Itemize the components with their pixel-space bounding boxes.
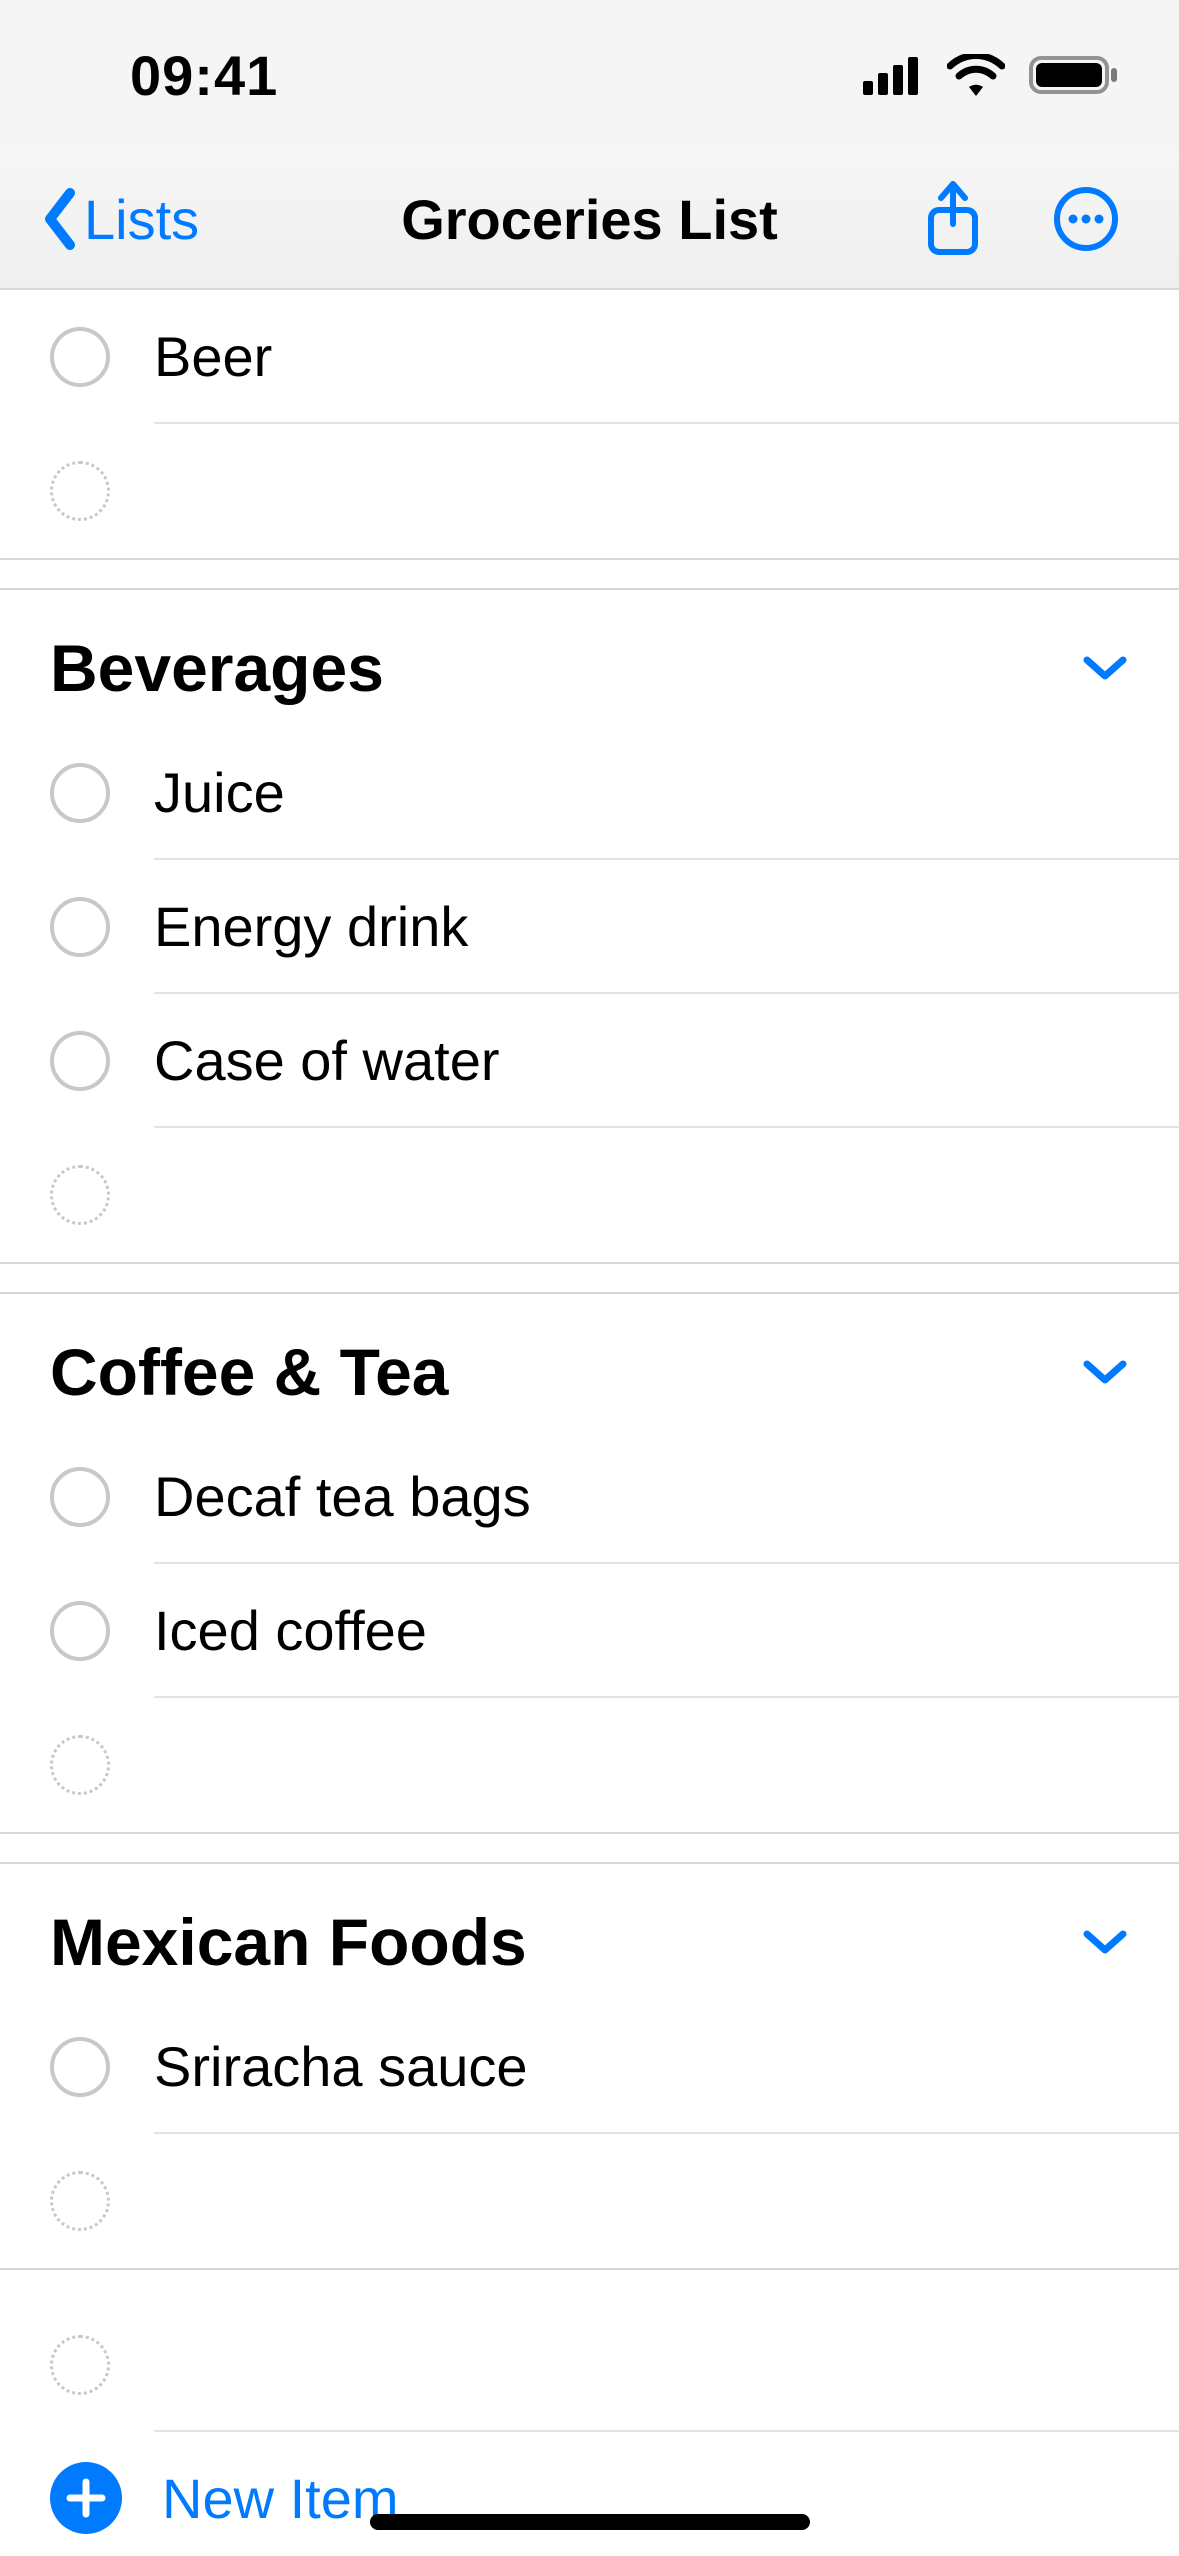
reminder-label: Case of water	[154, 994, 1179, 1128]
checkbox-circle-icon[interactable]	[50, 2037, 110, 2097]
more-button[interactable]	[1053, 186, 1119, 252]
list-section: Coffee & Tea Decaf tea bags Iced coffee	[0, 1292, 1179, 1834]
dotted-circle-icon	[50, 2171, 110, 2231]
new-reminder-placeholder[interactable]	[0, 2134, 1179, 2268]
reminder-label: Beer	[154, 290, 1179, 424]
reminder-label: Juice	[154, 726, 1179, 860]
new-reminder-placeholder[interactable]	[0, 1698, 1179, 1832]
back-label: Lists	[84, 187, 199, 252]
reminder-row[interactable]: Beer	[0, 290, 1179, 424]
battery-icon	[1029, 54, 1119, 96]
home-indicator[interactable]	[370, 2514, 810, 2530]
ellipsis-circle-icon	[1053, 186, 1119, 252]
list-section: Mexican Foods Sriracha sauce	[0, 1862, 1179, 2270]
dotted-circle-icon	[50, 1735, 110, 1795]
reminder-row[interactable]: Juice	[0, 726, 1179, 860]
checkbox-circle-icon[interactable]	[50, 327, 110, 387]
plus-circle-icon	[50, 2462, 122, 2534]
reminder-label: Decaf tea bags	[154, 1430, 1179, 1564]
share-button[interactable]	[923, 180, 983, 258]
wifi-icon	[947, 54, 1005, 96]
cellular-icon	[863, 55, 923, 95]
reminder-label: Energy drink	[154, 860, 1179, 994]
checkbox-circle-icon[interactable]	[50, 1467, 110, 1527]
new-reminder-placeholder[interactable]	[0, 424, 1179, 558]
nav-bar: Lists Groceries List	[0, 150, 1179, 290]
checkbox-circle-icon[interactable]	[50, 763, 110, 823]
reminder-row[interactable]: Iced coffee	[0, 1564, 1179, 1698]
dotted-circle-icon	[50, 461, 110, 521]
checkbox-circle-icon[interactable]	[50, 1031, 110, 1091]
section-header[interactable]: Beverages	[0, 590, 1179, 726]
reminder-row[interactable]: Sriracha sauce	[0, 2000, 1179, 2134]
reminder-label: Sriracha sauce	[154, 2000, 1179, 2134]
section-header[interactable]: Coffee & Tea	[0, 1294, 1179, 1430]
status-bar: 09:41	[0, 0, 1179, 150]
reminder-row[interactable]: Case of water	[0, 994, 1179, 1128]
checkbox-circle-icon[interactable]	[50, 897, 110, 957]
list-section: Beer	[0, 290, 1179, 560]
new-item-button[interactable]: New Item	[0, 2432, 1179, 2556]
checkbox-circle-icon[interactable]	[50, 1601, 110, 1661]
status-icons	[863, 54, 1119, 96]
new-reminder-placeholder[interactable]	[0, 1128, 1179, 1262]
reminder-row[interactable]: Energy drink	[0, 860, 1179, 994]
dotted-circle-icon	[50, 2335, 110, 2395]
section-title: Beverages	[50, 630, 384, 706]
dotted-circle-icon	[50, 1165, 110, 1225]
reminder-label: Iced coffee	[154, 1564, 1179, 1698]
new-reminder-placeholder[interactable]	[0, 2298, 1179, 2432]
section-header[interactable]: Mexican Foods	[0, 1864, 1179, 2000]
new-item-label: New Item	[162, 2466, 399, 2531]
list-section: Beverages Juice Energy drink Case of wat…	[0, 588, 1179, 1264]
chevron-down-icon[interactable]	[1081, 1926, 1129, 1958]
section-title: Coffee & Tea	[50, 1334, 449, 1410]
chevron-left-icon	[40, 187, 80, 251]
back-button[interactable]: Lists	[40, 187, 199, 252]
list-content: Beer Beverages Juice Energy drink	[0, 290, 1179, 2556]
reminder-row[interactable]: Decaf tea bags	[0, 1430, 1179, 1564]
chevron-down-icon[interactable]	[1081, 1356, 1129, 1388]
share-icon	[923, 180, 983, 258]
chevron-down-icon[interactable]	[1081, 652, 1129, 684]
status-time: 09:41	[130, 43, 278, 108]
section-title: Mexican Foods	[50, 1904, 527, 1980]
